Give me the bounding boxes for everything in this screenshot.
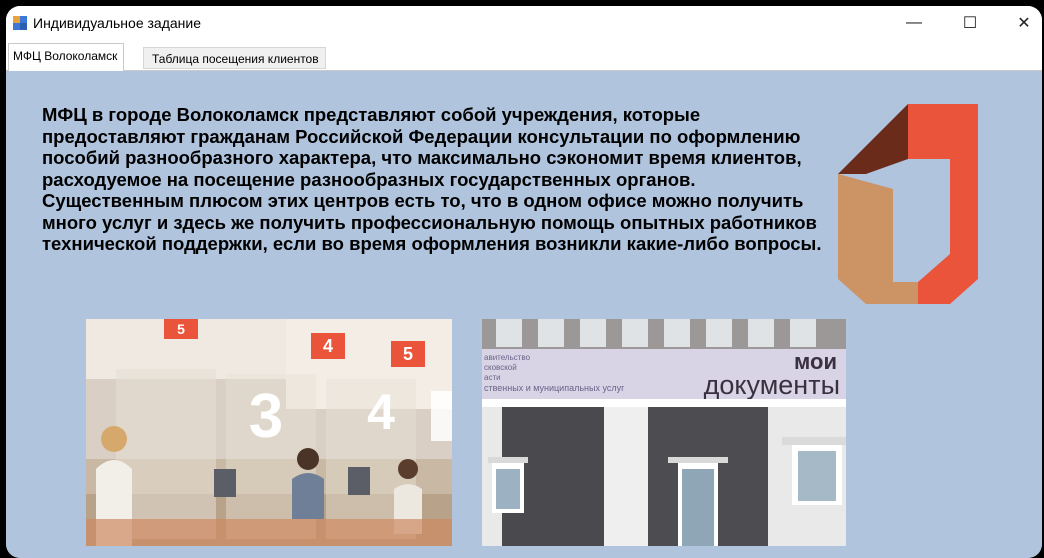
- window-number-3: 3: [249, 382, 283, 451]
- minimize-button[interactable]: —: [886, 6, 942, 40]
- sign-line-2: сковской: [484, 363, 517, 372]
- tab-page-mfc: МФЦ в городе Волоколамск представляют со…: [6, 71, 1042, 558]
- tab-mfc-volokolamsk[interactable]: МФЦ Волоколамск: [8, 43, 125, 71]
- app-icon: [13, 16, 27, 30]
- counter-sign-1: 5: [177, 321, 185, 337]
- tab-visits-table[interactable]: Таблица посещения клиентов: [143, 47, 326, 69]
- counter-sign-2: 4: [323, 336, 333, 356]
- tab-strip: МФЦ Волоколамск Таблица посещения клиент…: [6, 40, 1042, 71]
- app-window: Индивидуальное задание — ☐ ✕ МФЦ Волокол…: [6, 6, 1042, 558]
- mfc-logo: [838, 104, 978, 304]
- window-title: Индивидуальное задание: [33, 15, 201, 31]
- sign-brand-line2: документы: [704, 370, 840, 400]
- title-bar[interactable]: Индивидуальное задание — ☐ ✕: [6, 6, 1042, 40]
- mfc-building-photo: авительство сковской асти ственных и мун…: [482, 319, 846, 546]
- close-button[interactable]: ✕: [996, 6, 1042, 40]
- sign-line-3: асти: [484, 373, 501, 382]
- maximize-icon: ☐: [962, 15, 978, 32]
- sign-line-1: авительство: [484, 353, 531, 362]
- minimize-icon: —: [906, 14, 922, 31]
- description-text: МФЦ в городе Волоколамск представляют со…: [42, 104, 822, 254]
- mfc-interior-photo: 5 4 5 3 4: [86, 319, 452, 546]
- maximize-button[interactable]: ☐: [942, 6, 998, 40]
- window-number-4: 4: [367, 384, 395, 440]
- counter-sign-3: 5: [403, 344, 413, 364]
- sign-line-4: ственных и муниципальных услуг: [484, 383, 625, 393]
- close-icon: ✕: [1017, 15, 1031, 32]
